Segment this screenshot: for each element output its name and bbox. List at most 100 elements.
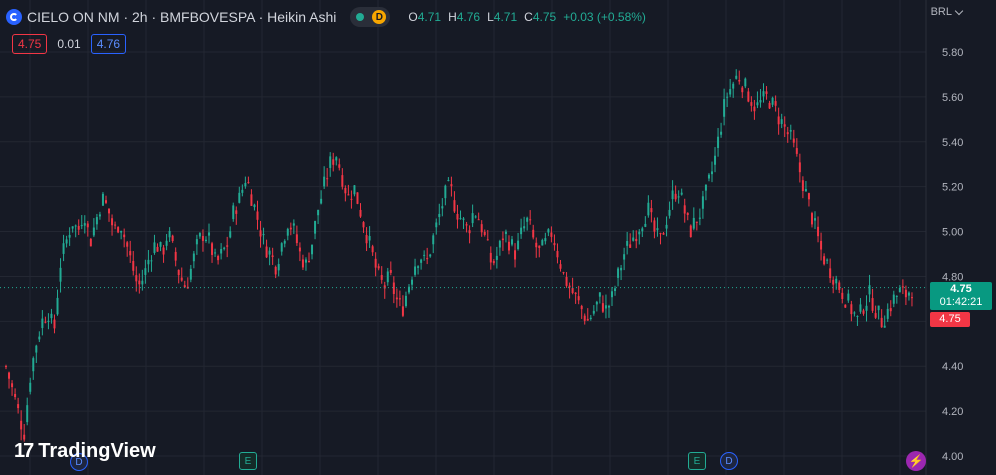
currency-selector[interactable]: BRL bbox=[931, 6, 964, 18]
candle-body bbox=[211, 243, 214, 255]
candle-body bbox=[595, 301, 598, 305]
candle-body bbox=[392, 282, 395, 294]
candle-body bbox=[23, 434, 26, 440]
candle-body bbox=[208, 232, 211, 236]
candle-body bbox=[820, 240, 823, 250]
candle-body bbox=[856, 315, 859, 317]
candle-body bbox=[641, 228, 644, 232]
candle-body bbox=[804, 189, 807, 192]
candle-body bbox=[910, 297, 913, 299]
candle-body bbox=[826, 259, 829, 261]
candle-body bbox=[456, 213, 459, 220]
price-chart[interactable]: 5.805.605.405.205.004.804.604.404.204.00 bbox=[0, 0, 996, 475]
candle-body bbox=[850, 304, 853, 315]
candle-body bbox=[114, 224, 117, 226]
candle-body bbox=[511, 239, 514, 245]
close-label: C bbox=[524, 10, 533, 24]
candle-body bbox=[338, 164, 341, 168]
candle-body bbox=[365, 235, 368, 244]
symbol-title[interactable]: CIELO ON NM · 2h · BMFBOVESPA · Heikin A… bbox=[27, 9, 336, 25]
candle-body bbox=[556, 251, 559, 258]
market-status[interactable]: D bbox=[350, 7, 391, 27]
candle-body bbox=[389, 270, 392, 273]
candle-body bbox=[129, 251, 132, 256]
candle-body bbox=[329, 156, 332, 168]
candle-body bbox=[89, 238, 92, 247]
candle-body bbox=[29, 382, 32, 392]
buy-price-button[interactable]: 4.76 bbox=[90, 34, 127, 54]
candle-body bbox=[571, 288, 574, 294]
candle-body bbox=[904, 289, 907, 298]
candle-body bbox=[574, 292, 577, 294]
tradingview-mark-icon: 17 bbox=[14, 440, 34, 462]
candle-body bbox=[710, 171, 713, 175]
tradingview-logo[interactable]: 17 TradingView bbox=[14, 440, 156, 463]
low-value: 4.71 bbox=[493, 10, 518, 24]
candle-body bbox=[495, 255, 498, 260]
candle-body bbox=[580, 305, 583, 310]
candle-body bbox=[132, 260, 135, 271]
candle-body bbox=[371, 246, 374, 253]
candle-body bbox=[544, 238, 547, 242]
candle-body bbox=[620, 267, 623, 271]
candle-body bbox=[253, 204, 256, 208]
candle-body bbox=[638, 231, 641, 235]
candle-body bbox=[20, 420, 23, 430]
candle-body bbox=[692, 217, 695, 229]
candle-body bbox=[798, 162, 801, 173]
candle-body bbox=[817, 226, 820, 237]
candle-body bbox=[332, 159, 335, 165]
candle-body bbox=[274, 266, 277, 275]
candle-body bbox=[283, 240, 286, 244]
candle-body bbox=[368, 235, 371, 241]
candle-body bbox=[880, 317, 883, 328]
candle-body bbox=[380, 275, 383, 280]
candle-body bbox=[814, 218, 817, 221]
candle-body bbox=[889, 308, 892, 312]
candle-body bbox=[183, 285, 186, 288]
earnings-event-icon[interactable]: E bbox=[239, 452, 257, 470]
candle-body bbox=[644, 223, 647, 227]
sell-price-button[interactable]: 4.75 bbox=[12, 34, 48, 54]
candle-body bbox=[535, 242, 538, 248]
dividend-event-icon[interactable]: D bbox=[720, 452, 738, 470]
candle-body bbox=[714, 155, 717, 165]
y-tick-label: 5.00 bbox=[942, 227, 963, 239]
candle-body bbox=[159, 241, 162, 247]
candle-body bbox=[217, 255, 220, 261]
candle-body bbox=[877, 305, 880, 311]
candle-body bbox=[614, 288, 617, 292]
candle-body bbox=[198, 233, 201, 237]
candle-body bbox=[326, 178, 329, 180]
candle-body bbox=[550, 232, 553, 237]
candle-body bbox=[841, 292, 844, 299]
high-value: 4.76 bbox=[456, 10, 481, 24]
close-value: 4.75 bbox=[532, 10, 557, 24]
lightning-icon[interactable]: ⚡ bbox=[906, 451, 926, 471]
candle-body bbox=[156, 246, 159, 252]
candle-body bbox=[229, 231, 232, 238]
candle-body bbox=[189, 268, 192, 280]
candle-body bbox=[707, 174, 710, 179]
candle-body bbox=[810, 213, 813, 225]
y-tick-label: 5.20 bbox=[942, 182, 963, 194]
candle-body bbox=[565, 277, 568, 286]
candle-body bbox=[117, 227, 120, 233]
candle-body bbox=[320, 198, 323, 204]
earnings-event-icon[interactable]: E bbox=[688, 452, 706, 470]
candle-body bbox=[465, 224, 468, 226]
candle-body bbox=[832, 279, 835, 285]
candle-body bbox=[404, 295, 407, 307]
candle-body bbox=[435, 222, 438, 228]
candle-body bbox=[480, 224, 483, 233]
candle-body bbox=[26, 405, 29, 423]
candle-body bbox=[292, 223, 295, 226]
candle-body bbox=[871, 298, 874, 311]
candle-body bbox=[147, 259, 150, 265]
candle-body bbox=[729, 89, 732, 95]
candle-body bbox=[50, 313, 53, 319]
candle-body bbox=[450, 184, 453, 187]
candle-body bbox=[468, 230, 471, 234]
candle-body bbox=[650, 208, 653, 213]
candle-body bbox=[144, 268, 147, 275]
